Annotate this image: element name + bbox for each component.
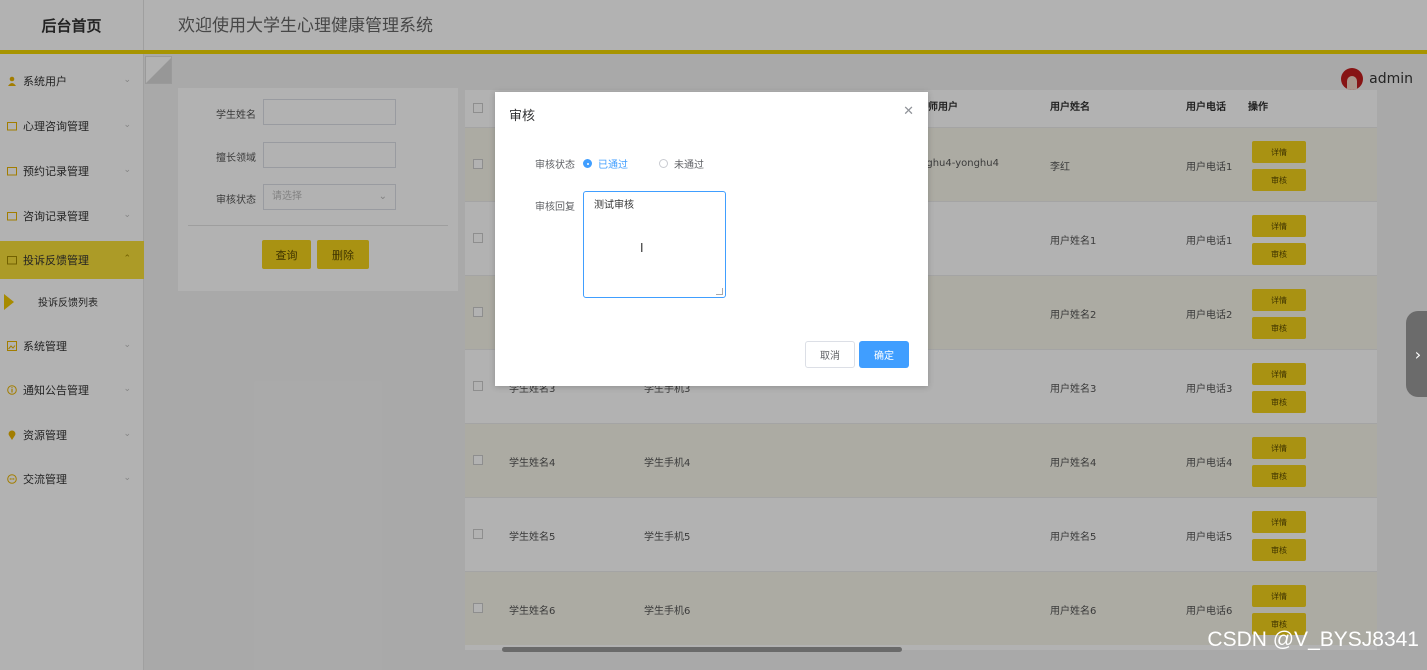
resize-handle-icon[interactable] [716, 288, 723, 295]
watermark: CSDN @V_BYSJ8341 [1207, 628, 1419, 651]
radio-checked-icon [583, 159, 592, 168]
radio-unchecked-icon [659, 159, 668, 168]
text-cursor-icon: I [640, 241, 644, 255]
side-panel-toggle[interactable]: › [1406, 311, 1427, 397]
radio-rejected[interactable]: 未通过 [659, 156, 704, 171]
dialog-title: 审核 [509, 109, 536, 124]
textarea-value: 测试审核 [594, 200, 634, 211]
close-icon[interactable]: ✕ [903, 104, 914, 119]
review-dialog: 审核 ✕ 审核状态 已通过 未通过 审核回复 测试审核 I 取消 确定 [495, 92, 928, 386]
review-status-label: 审核状态 [535, 160, 575, 171]
confirm-button[interactable]: 确定 [859, 341, 909, 368]
chevron-right-icon: › [1414, 344, 1422, 364]
radio-passed[interactable]: 已通过 [583, 156, 628, 171]
review-reply-textarea[interactable]: 测试审核 [583, 191, 726, 298]
cancel-button[interactable]: 取消 [805, 341, 855, 368]
radio-label: 已通过 [598, 160, 628, 171]
radio-label: 未通过 [674, 160, 704, 171]
review-reply-label: 审核回复 [535, 202, 575, 213]
